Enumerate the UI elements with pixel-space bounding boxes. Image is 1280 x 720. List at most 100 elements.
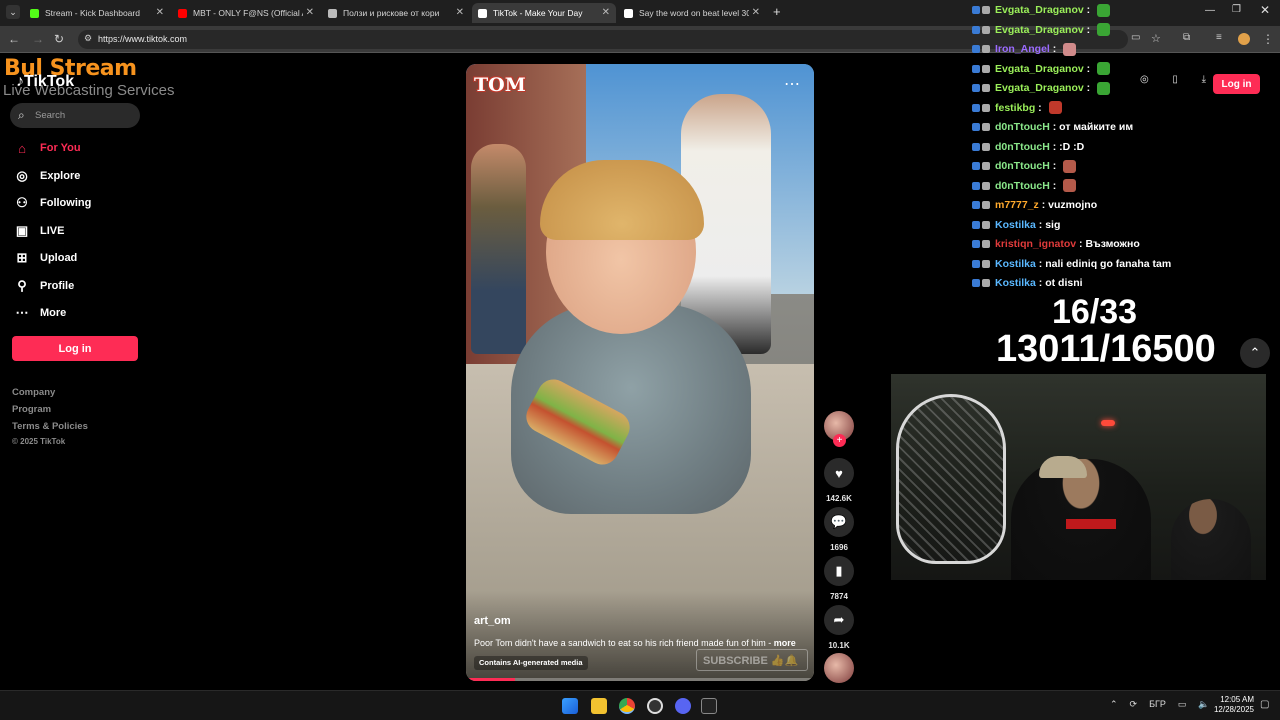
compass-icon: ◎ <box>16 167 28 183</box>
extensions-icon[interactable]: ⧉ <box>1183 32 1190 43</box>
chat-message: kristiqn_ignatov : Възможно <box>972 236 1140 252</box>
tab-close-icon[interactable]: ✕ <box>156 7 164 18</box>
tab-close-icon[interactable]: ✕ <box>602 7 610 18</box>
tray-overflow-icon[interactable]: ⌃ <box>1110 699 1118 710</box>
sidebar-item-explore[interactable]: ◎ Explore <box>14 167 80 185</box>
caption-more-link[interactable]: more <box>774 638 796 648</box>
chat-username[interactable]: Kostilka <box>995 258 1036 270</box>
chat-username[interactable]: d0nTtoucH <box>995 121 1050 133</box>
like-action[interactable]: ♥ 142.6K <box>824 458 854 503</box>
comment-action[interactable]: 💬 1696 <box>824 507 854 552</box>
window-close-button[interactable]: ✕ <box>1260 3 1270 17</box>
sidebar-item-live[interactable]: ▣ LIVE <box>14 222 65 240</box>
chat-username[interactable]: m7777_z <box>995 199 1039 211</box>
search-input[interactable]: ⌕ Search <box>10 103 140 128</box>
bookmark-icon[interactable]: ▮ <box>824 556 854 586</box>
header-login-button[interactable]: Log in <box>1213 74 1260 94</box>
chat-username[interactable]: d0nTtoucH <box>995 141 1050 153</box>
cast-icon[interactable]: ▭ <box>1131 32 1140 43</box>
tiktok-logo[interactable]: ♪TikTok <box>16 73 74 91</box>
scroll-up-icon[interactable]: ⌃ <box>1240 338 1270 368</box>
video-player[interactable]: TOM ⋯ art_om Poor Tom didn't have a sand… <box>466 64 814 681</box>
window-restore-button[interactable]: ❐ <box>1232 4 1241 15</box>
chat-username[interactable]: Evgata_Draganov <box>995 24 1084 36</box>
sidebar-item-following[interactable]: ⚇ Following <box>14 194 91 212</box>
webcam-hanging-chair <box>896 394 1006 564</box>
video-caption: Poor Tom didn't have a sandwich to eat s… <box>474 638 809 648</box>
chat-username[interactable]: Evgata_Draganov <box>995 63 1084 75</box>
bookmark-star-icon[interactable]: ☆ <box>1151 32 1161 45</box>
browser-tab[interactable]: Say the word on beat level 30 + ✕ <box>618 3 766 23</box>
subscribe-watermark-text: SUBSCRIBE <box>703 655 768 667</box>
chat-text: ot disni <box>1045 277 1083 289</box>
sync-icon[interactable]: ⟳ <box>1130 699 1138 710</box>
footer-company-link[interactable]: Company <box>12 387 55 398</box>
heart-icon[interactable]: ♥ <box>824 458 854 488</box>
chat-username[interactable]: Kostilka <box>995 277 1036 289</box>
sound-avatar[interactable] <box>824 653 854 683</box>
video-progress-bar[interactable] <box>466 678 814 681</box>
chat-username[interactable]: Evgata_Draganov <box>995 4 1084 16</box>
terminal-icon[interactable] <box>701 698 717 714</box>
sidebar-login-button[interactable]: Log in <box>12 336 138 361</box>
save-action[interactable]: ▮ 7874 <box>824 556 854 601</box>
chat-username[interactable]: Kostilka <box>995 219 1036 231</box>
video-more-options-icon[interactable]: ⋯ <box>784 74 800 94</box>
tab-list-button[interactable]: ⌄ <box>6 5 20 19</box>
share-icon[interactable]: ➦ <box>824 605 854 635</box>
chat-username[interactable]: d0nTtoucH <box>995 160 1050 172</box>
footer-terms-link[interactable]: Terms & Policies <box>12 421 88 432</box>
download-icon[interactable]: ⤓ <box>1202 74 1206 94</box>
volume-icon[interactable]: 🔈 <box>1198 699 1209 710</box>
back-icon[interactable]: ← <box>8 32 20 46</box>
sidebar-item-more[interactable]: ⋯ More <box>14 304 67 322</box>
site-info-icon[interactable]: ⚙ <box>84 33 92 44</box>
browser-tab[interactable]: Stream - Kick Dashboard ✕ <box>24 3 170 23</box>
video-author[interactable]: art_om <box>474 615 511 627</box>
media-control-icon[interactable]: ≡ <box>1216 32 1222 43</box>
chat-username[interactable]: d0nTtoucH <box>995 180 1050 192</box>
chat-separator: : <box>1083 23 1094 36</box>
follow-plus-icon[interactable]: + <box>833 434 846 447</box>
chat-badge-icon <box>972 220 980 229</box>
browser-tab[interactable]: Ползи и рискове от кори ✕ <box>322 3 470 23</box>
url-field[interactable]: ⚙ https://www.tiktok.com <box>78 30 1128 49</box>
chat-sub-badge-icon <box>982 123 990 131</box>
browser-tab[interactable]: MBT - ONLY F@NS (Official Au ✕ <box>172 3 320 23</box>
chat-username[interactable]: Evgata_Draganov <box>995 82 1084 94</box>
comment-icon[interactable]: 💬 <box>824 507 854 537</box>
chat-username[interactable]: Iron_Angel <box>995 43 1050 55</box>
obs-icon[interactable] <box>647 698 663 714</box>
phone-icon[interactable]: ▯ <box>1172 74 1178 94</box>
window-minimize-button[interactable]: — <box>1205 5 1215 16</box>
system-clock[interactable]: 12:05 AM 12/28/2025 <box>1212 695 1254 715</box>
file-explorer-icon[interactable] <box>591 698 607 714</box>
sidebar-item-upload[interactable]: ⊞ Upload <box>14 249 78 267</box>
home-icon: ⌂ <box>18 140 26 156</box>
chat-username[interactable]: kristiqn_ignatov <box>995 238 1076 250</box>
forward-icon[interactable]: → <box>32 32 44 46</box>
chrome-icon[interactable] <box>619 698 635 714</box>
discord-icon[interactable] <box>675 698 691 714</box>
notification-icon[interactable]: ▢ <box>1260 699 1269 710</box>
tab-close-icon[interactable]: ✕ <box>306 7 314 18</box>
tiktok-wordmark: TikTok <box>24 73 75 90</box>
sidebar-item-profile[interactable]: ⚲ Profile <box>14 277 74 295</box>
network-icon[interactable]: ▭ <box>1178 699 1187 710</box>
menu-icon[interactable]: ⋮ <box>1262 32 1274 46</box>
chat-separator: : <box>1083 4 1094 16</box>
language-indicator[interactable]: БГР <box>1149 699 1166 710</box>
tab-close-icon[interactable]: ✕ <box>456 7 464 18</box>
windows-start-icon[interactable] <box>562 698 578 714</box>
reload-icon[interactable]: ↻ <box>54 32 64 46</box>
sidebar-item-for-you[interactable]: ⌂ For You <box>14 139 80 157</box>
chat-username[interactable]: festikbg <box>995 102 1035 114</box>
share-action[interactable]: ➦ 10.1K <box>824 605 854 650</box>
sidebar-item-label: LIVE <box>40 224 65 237</box>
footer-program-link[interactable]: Program <box>12 404 51 415</box>
tab-close-icon[interactable]: ✕ <box>752 7 760 18</box>
coins-icon[interactable]: ◎ <box>1140 74 1149 94</box>
browser-tab[interactable]: TikTok - Make Your Day ✕ <box>472 3 616 23</box>
new-tab-button[interactable]: + <box>773 4 781 19</box>
profile-avatar[interactable] <box>1238 33 1250 45</box>
